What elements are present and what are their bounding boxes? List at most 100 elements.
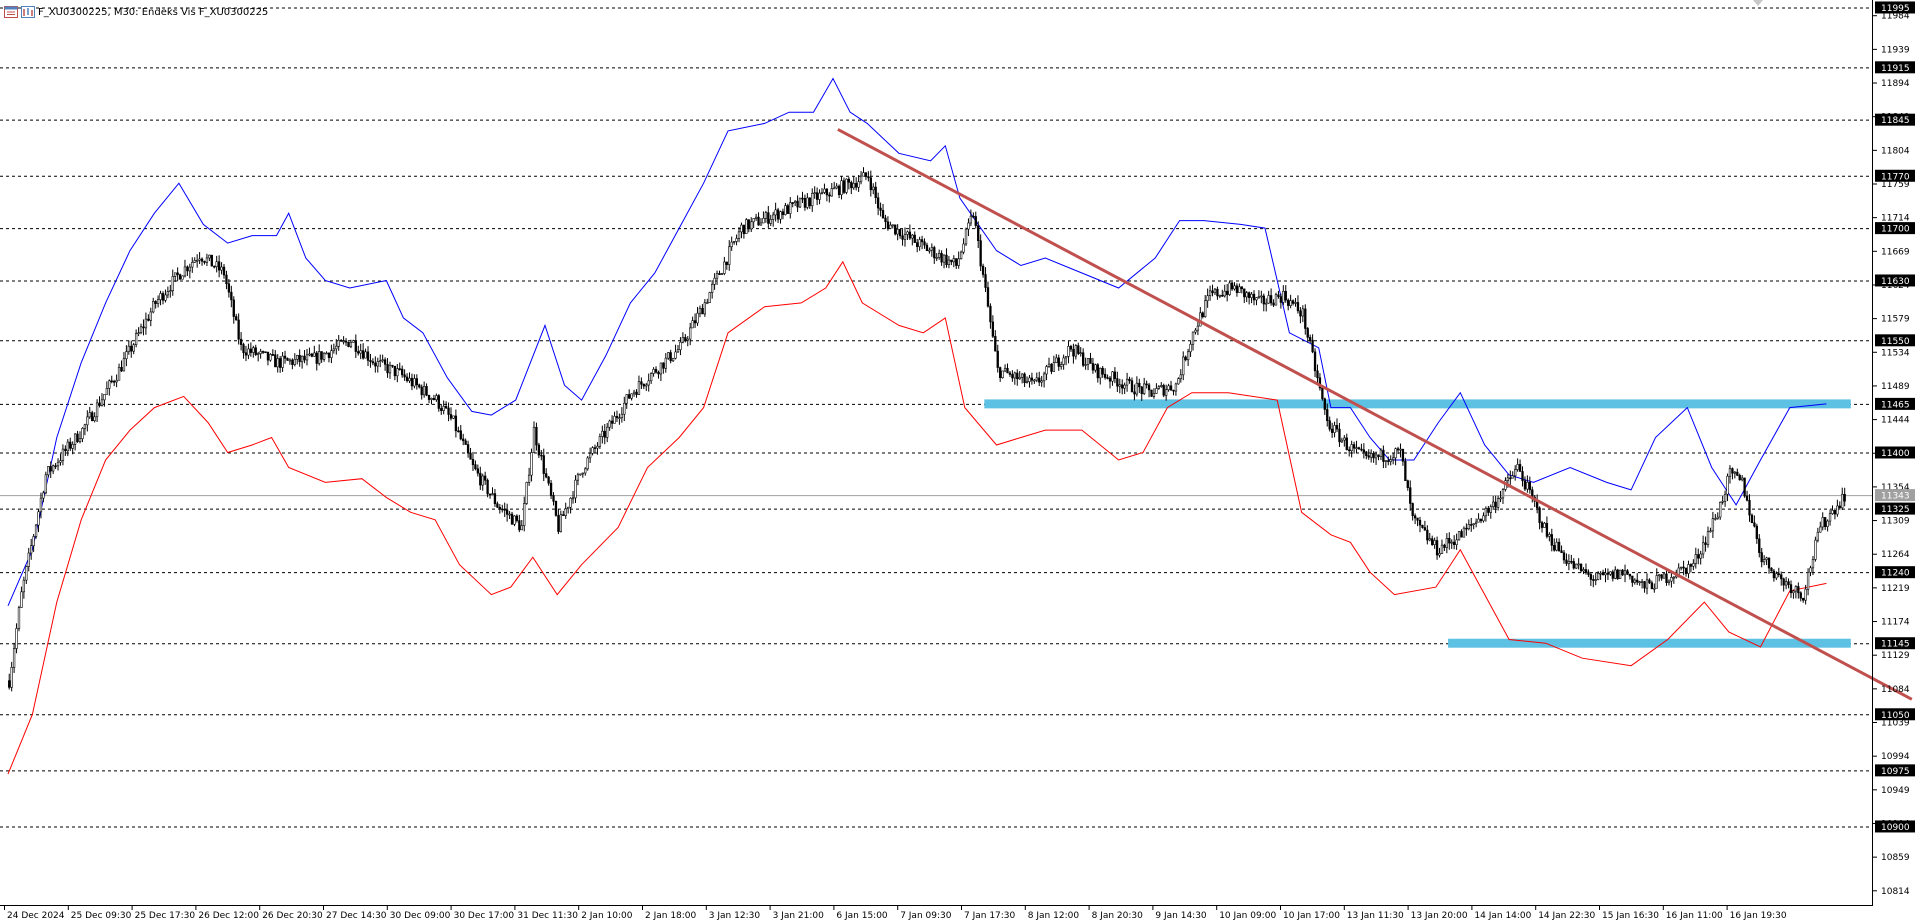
candle[interactable]: [1579, 563, 1583, 573]
candle[interactable]: [1653, 583, 1656, 593]
candle[interactable]: [552, 492, 555, 506]
candle[interactable]: [1592, 575, 1595, 588]
candle[interactable]: [1101, 365, 1104, 378]
candle[interactable]: [288, 358, 292, 365]
candle[interactable]: [1089, 352, 1092, 364]
candle[interactable]: [901, 229, 904, 246]
candle[interactable]: [1433, 537, 1436, 549]
candle[interactable]: [1704, 536, 1707, 552]
candle[interactable]: [1140, 386, 1143, 401]
candle[interactable]: [947, 256, 951, 269]
candle[interactable]: [1599, 571, 1602, 580]
candle[interactable]: [803, 194, 807, 211]
candle[interactable]: [1526, 475, 1529, 493]
candle[interactable]: [925, 242, 929, 252]
candle[interactable]: [1091, 357, 1095, 374]
candle[interactable]: [1762, 555, 1766, 566]
candle[interactable]: [681, 332, 685, 344]
candle[interactable]: [342, 336, 345, 345]
candle[interactable]: [784, 202, 787, 216]
candle[interactable]: [444, 401, 448, 409]
candle[interactable]: [1196, 321, 1200, 336]
candle[interactable]: [999, 366, 1002, 382]
candle[interactable]: [798, 197, 802, 209]
candle[interactable]: [12, 642, 16, 673]
candle[interactable]: [630, 393, 633, 401]
candle[interactable]: [1453, 535, 1456, 550]
candle[interactable]: [1682, 560, 1685, 576]
candle[interactable]: [769, 214, 772, 227]
candle[interactable]: [1055, 354, 1058, 364]
candle[interactable]: [1760, 547, 1763, 568]
candle[interactable]: [1272, 299, 1275, 307]
candle[interactable]: [1643, 581, 1646, 593]
candle[interactable]: [1684, 567, 1688, 577]
candle[interactable]: [1609, 571, 1612, 576]
candle[interactable]: [908, 224, 912, 240]
candle[interactable]: [1213, 288, 1217, 295]
candle[interactable]: [1787, 578, 1790, 589]
candle[interactable]: [1499, 490, 1502, 503]
candle[interactable]: [1567, 554, 1571, 571]
candle[interactable]: [745, 218, 748, 234]
candle[interactable]: [1067, 341, 1070, 364]
candle[interactable]: [620, 407, 624, 423]
candle[interactable]: [1555, 538, 1558, 552]
candle[interactable]: [886, 216, 890, 231]
candle[interactable]: [25, 565, 28, 585]
candle[interactable]: [776, 207, 780, 223]
candle[interactable]: [545, 468, 548, 479]
candle[interactable]: [1360, 443, 1363, 452]
candle[interactable]: [8, 673, 11, 690]
candle[interactable]: [735, 234, 738, 246]
candle[interactable]: [1477, 513, 1480, 523]
candle[interactable]: [759, 218, 763, 226]
candle[interactable]: [457, 426, 460, 433]
price-chart[interactable]: 1198411939118941184911804117591171411669…: [0, 0, 1920, 923]
candle[interactable]: [125, 345, 128, 367]
candle[interactable]: [554, 500, 558, 517]
candle[interactable]: [110, 375, 113, 384]
candle[interactable]: [1514, 465, 1517, 481]
candle[interactable]: [420, 384, 423, 400]
candle[interactable]: [530, 448, 533, 482]
candle[interactable]: [713, 273, 716, 290]
candle[interactable]: [862, 167, 865, 177]
candle[interactable]: [1833, 508, 1837, 520]
candle[interactable]: [1138, 378, 1141, 393]
candle[interactable]: [1045, 364, 1048, 381]
candle[interactable]: [432, 394, 436, 401]
candle[interactable]: [1611, 569, 1614, 582]
candle[interactable]: [618, 413, 621, 425]
candle[interactable]: [1086, 358, 1090, 371]
candle[interactable]: [1118, 378, 1121, 394]
candle[interactable]: [1084, 357, 1087, 370]
candle[interactable]: [920, 235, 924, 250]
candle[interactable]: [281, 352, 284, 372]
candle[interactable]: [1733, 471, 1737, 479]
candle[interactable]: [1594, 572, 1597, 586]
candle[interactable]: [188, 263, 191, 279]
candle[interactable]: [1472, 523, 1475, 530]
candle[interactable]: [232, 296, 235, 324]
candle[interactable]: [1038, 371, 1041, 386]
candle[interactable]: [1431, 535, 1434, 546]
candle[interactable]: [10, 661, 13, 692]
candle[interactable]: [1723, 490, 1727, 507]
candle[interactable]: [503, 502, 506, 518]
candle[interactable]: [1384, 460, 1387, 468]
candle[interactable]: [1328, 416, 1331, 432]
candle[interactable]: [1365, 450, 1368, 460]
candle[interactable]: [1335, 418, 1339, 433]
candle[interactable]: [959, 250, 963, 260]
candle[interactable]: [1008, 370, 1012, 377]
candle[interactable]: [1614, 566, 1617, 580]
candle[interactable]: [217, 255, 221, 278]
candle[interactable]: [27, 547, 30, 572]
candle[interactable]: [515, 514, 519, 523]
candle[interactable]: [435, 393, 438, 402]
candle[interactable]: [1650, 580, 1654, 590]
candle[interactable]: [1223, 284, 1226, 298]
candle[interactable]: [252, 345, 255, 358]
candle[interactable]: [1543, 521, 1546, 528]
